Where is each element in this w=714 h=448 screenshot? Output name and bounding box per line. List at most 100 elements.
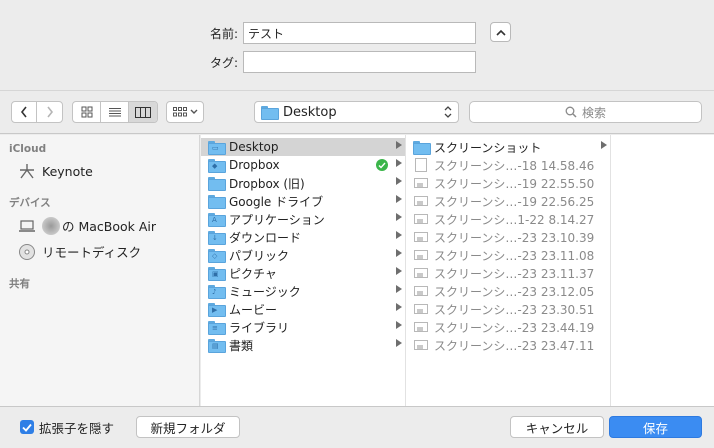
disclosure-arrow-icon	[396, 231, 402, 239]
list-item-label: スクリーンシ…-23 23.11.37	[434, 266, 595, 281]
forward-button[interactable]	[37, 102, 62, 122]
bottom-bar: 拡張子を隠す 新規フォルダ キャンセル 保存	[0, 406, 714, 448]
save-dialog-header: 名前: タグ:	[0, 0, 714, 90]
list-item-label: Desktop	[229, 140, 279, 154]
search-placeholder: 検索	[581, 105, 606, 120]
sync-check-icon	[376, 159, 388, 171]
public-folder-icon: ◇	[208, 248, 226, 263]
image-file-icon	[413, 230, 429, 244]
folder-icon	[208, 194, 226, 209]
list-item[interactable]: スクリーンショット	[406, 138, 610, 156]
list-item-label: スクリーンシ…-23 23.47.11	[434, 338, 595, 353]
cancel-button[interactable]: キャンセル	[510, 416, 604, 438]
hide-extension-label[interactable]: 拡張子を隠す	[39, 418, 114, 437]
list-item-label: スクリーンシ…-18 14.58.46	[434, 158, 595, 173]
list-item[interactable]: ▭ Desktop	[201, 138, 405, 156]
list-item[interactable]: ▤ 書類	[201, 336, 405, 354]
list-item-label: スクリーンシ…-23 23.44.19	[434, 320, 595, 335]
tag-field[interactable]	[243, 51, 476, 73]
list-item[interactable]: スクリーンシ…-19 22.56.25	[406, 192, 610, 210]
save-button[interactable]: 保存	[609, 416, 702, 438]
arrange-button[interactable]	[166, 101, 204, 123]
list-item-label: スクリーンシ…1-22 8.14.27	[434, 212, 595, 227]
tag-row: タグ:	[0, 51, 476, 73]
list-item[interactable]: ♪ ミュージック	[201, 282, 405, 300]
list-item[interactable]: ▣ ピクチャ	[201, 264, 405, 282]
disclosure-arrow-icon	[396, 285, 402, 293]
list-item[interactable]: スクリーンシ…-18 14.58.46	[406, 156, 610, 174]
list-item-label: スクリーンショット	[434, 140, 542, 155]
new-folder-button[interactable]: 新規フォルダ	[136, 416, 240, 438]
folder-icon	[413, 140, 431, 155]
applications-folder-icon: A	[208, 212, 226, 227]
arrange-grid-icon	[172, 107, 187, 117]
sidebar-item-keynote[interactable]: Keynote	[17, 162, 93, 180]
disclosure-arrow-icon	[396, 213, 402, 221]
list-item[interactable]: ↓ ダウンロード	[201, 228, 405, 246]
column-view-icon	[135, 106, 151, 118]
list-item-label: スクリーンシ…-23 23.11.08	[434, 248, 595, 263]
pictures-folder-icon: ▣	[208, 266, 226, 281]
disclosure-arrow-icon	[396, 159, 402, 167]
list-item[interactable]: Dropbox (旧)	[201, 174, 405, 192]
library-folder-icon: ≡	[208, 320, 226, 335]
downloads-folder-icon: ↓	[208, 230, 226, 245]
disclosure-arrow-icon	[396, 177, 402, 185]
list-item[interactable]: スクリーンシ…-19 22.55.50	[406, 174, 610, 192]
sidebar-item-remote-disc[interactable]: リモートディスク	[17, 242, 141, 261]
list-item-label: スクリーンシ…-23 23.10.39	[434, 230, 595, 245]
list-item[interactable]: ◆ Dropbox	[201, 156, 405, 174]
list-item-label: スクリーンシ…-23 23.12.05	[434, 284, 595, 299]
list-item[interactable]: スクリーンシ…-23 23.10.39	[406, 228, 610, 246]
sidebar-item-label: の MacBook Air	[62, 219, 157, 234]
list-item[interactable]: スクリーンシ…-23 23.44.19	[406, 318, 610, 336]
list-item-label: 書類	[229, 338, 254, 353]
list-item[interactable]: Google ドライブ	[201, 192, 405, 210]
list-item[interactable]: スクリーンシ…-23 23.30.51	[406, 300, 610, 318]
list-item[interactable]: ◇ パブリック	[201, 246, 405, 264]
name-field[interactable]	[243, 22, 476, 44]
list-item-label: スクリーンシ…-23 23.30.51	[434, 302, 595, 317]
chevron-up-icon	[495, 29, 506, 36]
location-label: Desktop	[283, 104, 337, 120]
list-item[interactable]: スクリーンシ…-23 23.11.08	[406, 246, 610, 264]
dropbox-folder-icon: ◆	[208, 158, 226, 173]
keynote-icon	[17, 162, 37, 180]
list-item-label: Dropbox	[229, 158, 280, 172]
list-item-label: パブリック	[229, 248, 290, 263]
browser-column-1: ▭ Desktop ◆ Dropbox Dropbox (旧) Google ドライブ A ア…	[201, 135, 406, 406]
back-button[interactable]	[12, 102, 37, 122]
list-view-icon	[108, 107, 121, 116]
sidebar-item-label: リモートディスク	[42, 245, 142, 260]
browser-column-2: スクリーンショット スクリーンシ…-18 14.58.46 スクリーンシ…-19 2…	[406, 135, 611, 406]
image-file-icon	[413, 194, 429, 208]
image-file-icon	[413, 266, 429, 280]
search-field[interactable]: 検索	[469, 101, 702, 123]
list-item[interactable]: スクリーンシ…-23 23.12.05	[406, 282, 610, 300]
list-item[interactable]: スクリーンシ…-23 23.11.37	[406, 264, 610, 282]
list-item-label: ライブラリ	[229, 320, 290, 335]
name-row: 名前:	[0, 22, 476, 44]
list-item[interactable]: スクリーンシ…-23 23.47.11	[406, 336, 610, 354]
image-file-icon	[413, 212, 429, 226]
list-item[interactable]: スクリーンシ…1-22 8.14.27	[406, 210, 610, 228]
list-item[interactable]: ≡ ライブラリ	[201, 318, 405, 336]
column-view-button[interactable]	[129, 102, 157, 122]
list-item[interactable]: ▶ ムービー	[201, 300, 405, 318]
toolbar: Desktop 検索	[0, 91, 714, 134]
sidebar-item-macbook[interactable]: の MacBook Air	[17, 216, 156, 235]
icon-view-button[interactable]	[73, 102, 101, 122]
desktop-folder-icon: ▭	[208, 140, 226, 155]
folder-icon	[261, 106, 279, 120]
search-icon	[565, 106, 577, 118]
disclosure-arrow-icon	[396, 267, 402, 275]
disclosure-arrow-icon	[396, 195, 402, 203]
list-item[interactable]: A アプリケーション	[201, 210, 405, 228]
list-view-button[interactable]	[101, 102, 129, 122]
collapse-button[interactable]	[490, 22, 511, 42]
name-label: 名前:	[209, 26, 238, 41]
avatar	[42, 216, 60, 235]
history-buttons	[11, 101, 63, 123]
location-popup[interactable]: Desktop	[254, 101, 459, 123]
hide-extension-checkbox[interactable]	[20, 420, 34, 434]
